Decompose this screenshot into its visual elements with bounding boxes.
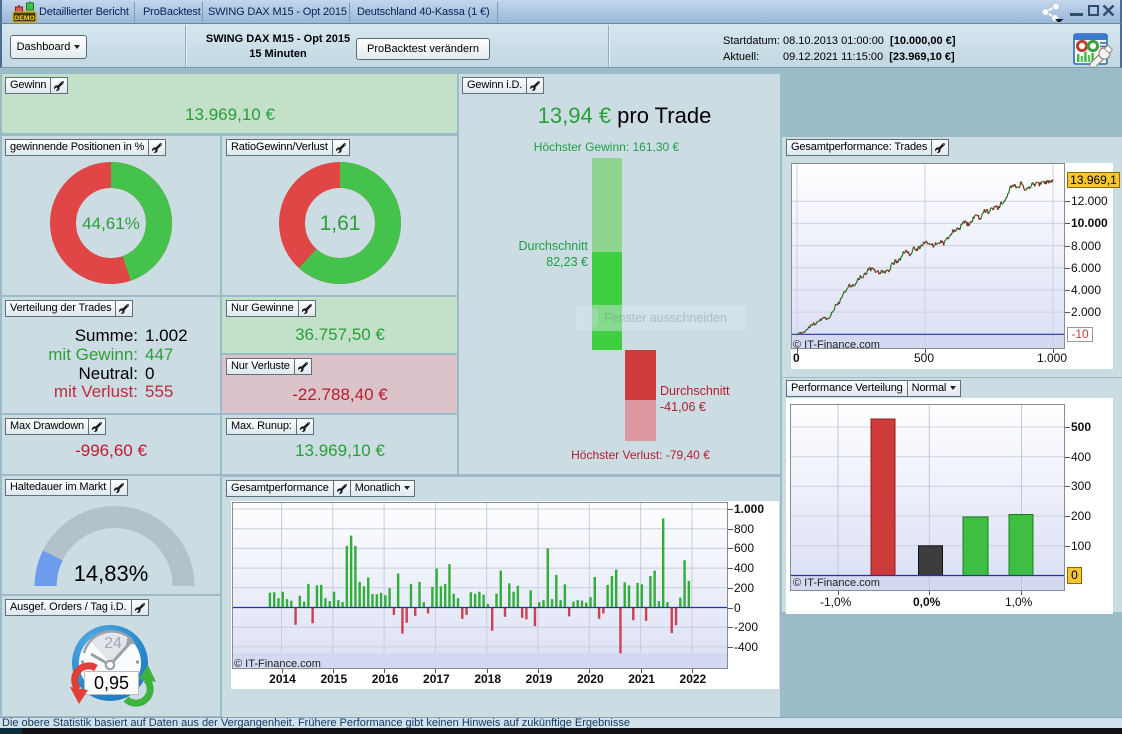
svg-text:DEMO: DEMO	[14, 15, 34, 22]
